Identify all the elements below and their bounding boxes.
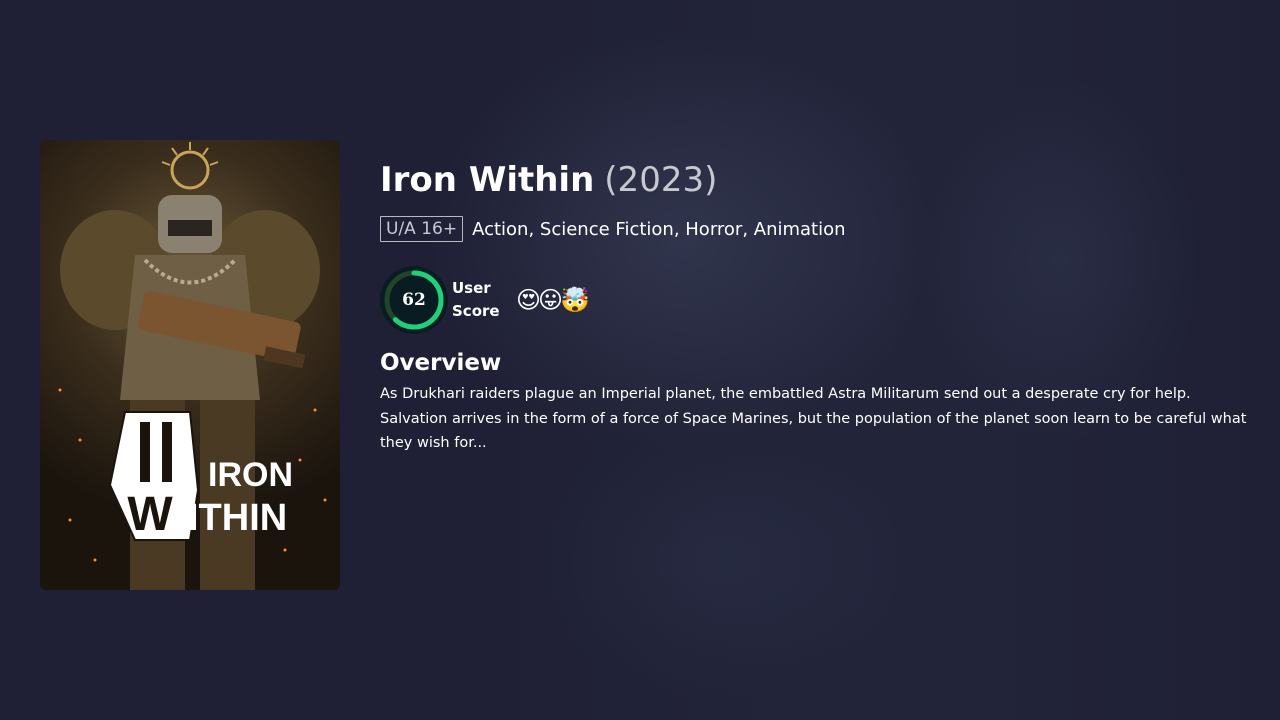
overview-heading: Overview: [380, 350, 502, 376]
poster-logo-bottom: ITHIN: [188, 497, 287, 539]
poster-logo-top: IRON: [208, 456, 293, 494]
user-score-chart[interactable]: 62: [380, 266, 448, 334]
poster-logo-letter: W: [127, 488, 173, 541]
movie-details: Iron Within (2023) U/A 16+ Action, Scien…: [380, 160, 1250, 456]
movie-title[interactable]: Iron Within: [380, 160, 594, 200]
overview-text: As Drukhari raiders plague an Imperial p…: [380, 386, 1247, 451]
certification-badge: U/A 16+: [380, 216, 464, 242]
movie-poster: W IRON ITHIN: [40, 140, 340, 590]
score-row: 62 User Score 😍 😛 🤯: [380, 266, 1250, 334]
user-score-value: 62: [402, 290, 426, 310]
genres-list: Action, Science Fiction, Horror, Animati…: [472, 218, 846, 240]
release-year: (2023): [604, 160, 718, 200]
reaction-emojis[interactable]: 😍 😛 🤯: [516, 285, 590, 315]
meta-row: U/A 16+ Action, Science Fiction, Horror,…: [380, 216, 1250, 242]
user-score-label: User Score: [452, 279, 500, 320]
title-row: Iron Within (2023): [380, 160, 1250, 204]
mind-blown-emoji-icon: 🤯: [560, 286, 590, 314]
